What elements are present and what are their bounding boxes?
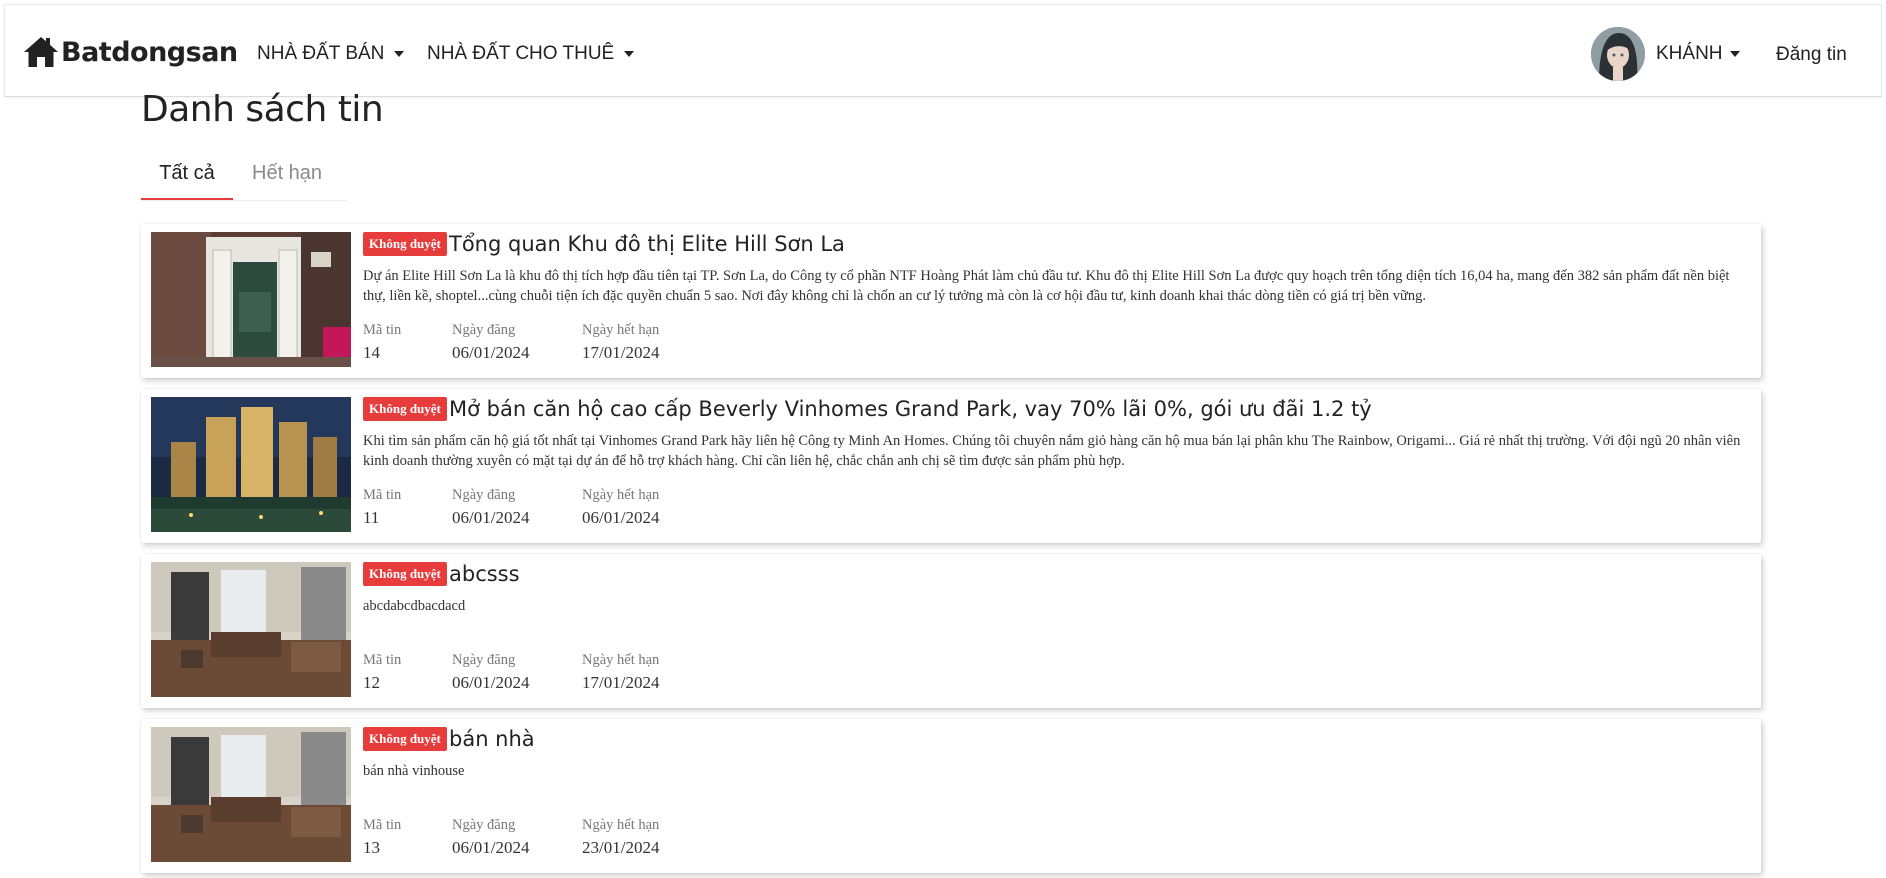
avatar[interactable] xyxy=(1591,27,1645,81)
listing-title[interactable]: abcsss xyxy=(449,562,520,586)
listing-thumbnail[interactable] xyxy=(151,397,351,532)
meta-label: Ngày đăng xyxy=(452,652,516,668)
meta-value: 11 xyxy=(363,508,380,527)
listing-posted-date: Ngày đăng 06/01/2024 xyxy=(452,322,529,363)
nav-dropdown-label: NHÀ ĐẤT CHO THUÊ xyxy=(427,43,615,64)
meta-value: 06/01/2024 xyxy=(582,508,660,527)
meta-label: Mã tin xyxy=(363,322,402,338)
tab-expired[interactable]: Hết hạn xyxy=(252,162,322,185)
meta-label: Mã tin xyxy=(363,487,402,503)
listing-posted-date: Ngày đăng 06/01/2024 xyxy=(452,487,529,528)
meta-label: Ngày hết hạn xyxy=(582,487,660,503)
listing-card[interactable]: Không duyệt Tổng quan Khu đô thị Elite H… xyxy=(141,224,1761,378)
meta-value: 23/01/2024 xyxy=(582,838,660,857)
listing-id: Mã tin 14 xyxy=(363,322,401,363)
listing-thumbnail[interactable] xyxy=(151,562,351,697)
listing-description: Dự án Elite Hill Sơn La là khu đô thị tí… xyxy=(363,268,1730,304)
status-badge: Không duyệt xyxy=(363,232,447,256)
meta-value: 17/01/2024 xyxy=(582,673,660,692)
meta-value: 06/01/2024 xyxy=(452,508,530,527)
nav-dropdown-label: NHÀ ĐẤT BÁN xyxy=(257,43,385,64)
listing-description: bán nhà vinhouse xyxy=(363,763,465,779)
caret-down-icon xyxy=(1729,51,1740,57)
listing-title[interactable]: Mở bán căn hộ cao cấp Beverly Vinhomes G… xyxy=(449,397,1372,421)
status-badge: Không duyệt xyxy=(363,397,447,421)
listing-description: Khi tìm sản phẩm căn hộ giá tốt nhất tại… xyxy=(363,433,1741,469)
listing-thumbnail[interactable] xyxy=(151,727,351,862)
caret-down-icon xyxy=(624,51,635,57)
meta-value: 06/01/2024 xyxy=(452,838,530,857)
meta-label: Ngày đăng xyxy=(452,322,516,338)
listing-posted-date: Ngày đăng 06/01/2024 xyxy=(452,817,529,858)
user-name: KHÁNH xyxy=(1656,43,1723,64)
meta-label: Ngày hết hạn xyxy=(582,817,660,833)
meta-value: 17/01/2024 xyxy=(582,343,660,362)
listing-posted-date: Ngày đăng 06/01/2024 xyxy=(452,652,529,693)
meta-value: 14 xyxy=(363,343,380,362)
listing-id: Mã tin 11 xyxy=(363,487,401,528)
listing-id: Mã tin 13 xyxy=(363,817,401,858)
meta-value: 12 xyxy=(363,673,380,692)
listing-card[interactable]: Không duyệt bán nhà bán nhà vinhouse Mã … xyxy=(141,719,1761,873)
filter-tabs: Tất cả Hết hạn xyxy=(141,150,347,201)
listing-card[interactable]: Không duyệt Mở bán căn hộ cao cấp Beverl… xyxy=(141,389,1761,543)
home-icon xyxy=(23,35,59,69)
brand-name: Batdongsan xyxy=(61,36,238,68)
status-badge: Không duyệt xyxy=(363,562,447,586)
meta-value: 06/01/2024 xyxy=(452,343,530,362)
caret-down-icon xyxy=(394,51,405,57)
top-navbar: Batdongsan NHÀ ĐẤT BÁN NHÀ ĐẤT CHO THUÊ … xyxy=(4,4,1882,97)
meta-label: Ngày đăng xyxy=(452,817,516,833)
post-listing-link[interactable]: Đăng tin xyxy=(1776,44,1847,66)
listing-card[interactable]: Không duyệt abcsss abcdabcdbacdacd Mã ti… xyxy=(141,554,1761,708)
meta-label: Ngày hết hạn xyxy=(582,652,660,668)
meta-label: Mã tin xyxy=(363,652,402,668)
meta-value: 13 xyxy=(363,838,380,857)
nav-dropdown-sale[interactable]: NHÀ ĐẤT BÁN xyxy=(257,43,405,65)
page-title: Danh sách tin xyxy=(141,89,384,130)
listing-expiry-date: Ngày hết hạn 23/01/2024 xyxy=(582,817,659,858)
user-menu-dropdown[interactable]: KHÁNH xyxy=(1656,43,1740,65)
listing-title[interactable]: Tổng quan Khu đô thị Elite Hill Sơn La xyxy=(449,232,845,256)
meta-label: Ngày hết hạn xyxy=(582,322,660,338)
meta-label: Mã tin xyxy=(363,817,402,833)
listing-description: abcdabcdbacdacd xyxy=(363,598,466,614)
listing-expiry-date: Ngày hết hạn 17/01/2024 xyxy=(582,652,659,693)
listing-expiry-date: Ngày hết hạn 17/01/2024 xyxy=(582,322,659,363)
listing-id: Mã tin 12 xyxy=(363,652,401,693)
status-badge: Không duyệt xyxy=(363,727,447,751)
nav-dropdown-rent[interactable]: NHÀ ĐẤT CHO THUÊ xyxy=(427,43,635,65)
meta-value: 06/01/2024 xyxy=(452,673,530,692)
listing-title[interactable]: bán nhà xyxy=(449,727,535,751)
tab-all[interactable]: Tất cả xyxy=(141,162,233,200)
meta-label: Ngày đăng xyxy=(452,487,516,503)
brand-logo[interactable]: Batdongsan xyxy=(23,35,238,69)
listing-thumbnail[interactable] xyxy=(151,232,351,367)
listing-expiry-date: Ngày hết hạn 06/01/2024 xyxy=(582,487,659,528)
